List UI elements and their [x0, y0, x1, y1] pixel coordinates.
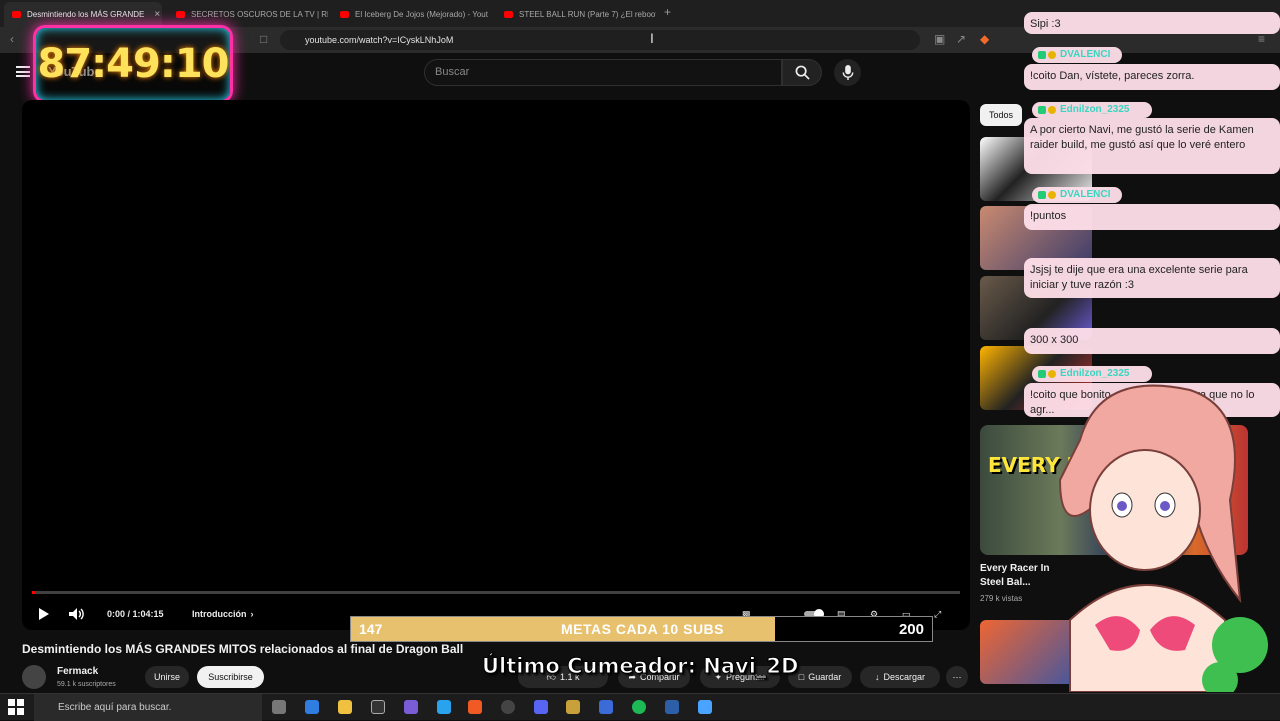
app-icon[interactable] [566, 700, 580, 714]
calculator-icon[interactable] [698, 700, 712, 714]
chat-username: DVALENCI [1032, 47, 1122, 63]
play-button[interactable] [36, 605, 50, 623]
url-input[interactable]: youtube.com/watch?v=ICyskLNhJoM [280, 30, 920, 50]
browser-tab-3[interactable]: STEEL BALL RUN (Parte 7) ¿El reboot [496, 4, 656, 24]
youtube-favicon-icon [12, 11, 21, 18]
chevron-right-icon: › [250, 609, 254, 619]
chat-message: !coito Dan, vístete, pareces zorra. [1024, 64, 1280, 90]
youtube-favicon-icon [504, 10, 513, 18]
windows-taskbar: Escribe aquí para buscar. [0, 693, 1280, 721]
more-actions-button[interactable]: ⋯ [946, 666, 968, 688]
brave-browser-icon[interactable] [468, 700, 482, 714]
voice-search-button[interactable] [834, 59, 861, 86]
download-label: Descargar [883, 672, 925, 682]
video-title: Desmintiendo los MÁS GRANDES MITOS relac… [22, 642, 464, 656]
time-display: 0:00 / 1:04:15 [107, 609, 164, 619]
tab-title: El Iceberg De Jojos (Mejorado) - Yout [355, 9, 488, 19]
bookmark-icon[interactable]: □ [260, 32, 267, 46]
chapter-label: Introducción [192, 609, 247, 619]
text-cursor-icon: I [650, 30, 654, 46]
timer-value: 87:49:10 [37, 41, 230, 87]
bookmark-save-icon: □ [798, 672, 805, 682]
microphone-icon [842, 65, 853, 80]
windows-start-icon[interactable] [8, 699, 24, 715]
stream-timer-overlay: 87:49:10 [33, 25, 233, 103]
recommended-video-views: 279 k vistas [980, 594, 1023, 603]
chat-message: 300 x 300 [1024, 328, 1280, 354]
download-icon: ↓ [874, 672, 880, 682]
save-label: Guardar [808, 672, 842, 682]
brave-shield-icon[interactable]: ◆ [980, 32, 989, 46]
subscriber-count: 59.1 k suscriptores [57, 681, 116, 688]
chat-username: Ednilzon_2325 [1032, 102, 1152, 118]
goal-target: 200 [898, 621, 924, 638]
join-button[interactable]: Unirse [145, 666, 189, 688]
download-button[interactable]: ↓ Descargar [860, 666, 940, 688]
back-arrow-icon[interactable]: ‹ [10, 32, 14, 46]
stream-chat-overlay: Sipi :3 DVALENCI !coito Dan, vístete, pa… [1024, 0, 1280, 420]
channel-avatar[interactable] [22, 665, 46, 689]
more-icon: ⋯ [952, 671, 962, 682]
notion-icon[interactable] [371, 700, 385, 714]
chip-all[interactable]: Todos [980, 104, 1022, 126]
app-icon[interactable] [404, 700, 418, 714]
browser-tab-0[interactable]: Desmintiendo los MÁS GRANDE × [4, 2, 162, 27]
share-icon[interactable]: ↗ [956, 32, 966, 46]
goal-label: METAS CADA 10 SUBS [560, 621, 725, 637]
search-button[interactable] [782, 59, 822, 86]
file-explorer-icon[interactable] [338, 700, 352, 714]
hamburger-menu-icon[interactable] [16, 66, 30, 77]
youtube-favicon-icon [176, 10, 185, 18]
tab-title: SECRETOS OSCUROS DE LA TV | REC [191, 9, 328, 19]
tab-title: Desmintiendo los MÁS GRANDE [27, 10, 145, 19]
subscribe-button[interactable]: Suscribirse [197, 666, 264, 688]
chat-username: DVALENCI [1032, 187, 1122, 203]
subscriber-goal-bar: 147 METAS CADA 10 SUBS 200 [350, 616, 933, 642]
close-icon[interactable]: × [154, 9, 160, 20]
discord-icon[interactable] [534, 700, 548, 714]
last-donor-text: Último Cumeador: Navi_2D [481, 654, 799, 679]
browser-tab-2[interactable]: El Iceberg De Jojos (Mejorado) - Yout [332, 4, 492, 24]
channel-name[interactable]: Fermack [57, 666, 98, 677]
cast-icon[interactable]: ▣ [934, 32, 945, 46]
video-progress-fill [32, 591, 35, 594]
vtuber-avatar [1058, 384, 1268, 692]
app-icon[interactable] [305, 700, 319, 714]
search-input[interactable]: Buscar [424, 59, 782, 86]
chat-message: Sipi :3 [1024, 12, 1280, 34]
taskbar-search-input[interactable]: Escribe aquí para buscar. [34, 694, 262, 721]
volume-button[interactable] [68, 605, 86, 623]
browser-tab-1[interactable]: SECRETOS OSCUROS DE LA TV | REC [168, 4, 328, 24]
search-icon [795, 65, 810, 80]
new-tab-button[interactable]: + [664, 5, 671, 19]
app-icon[interactable] [599, 700, 613, 714]
task-view-icon[interactable] [272, 700, 286, 714]
video-progress-bar[interactable] [32, 591, 960, 594]
chat-message: !puntos [1024, 204, 1280, 230]
volume-icon [69, 608, 84, 620]
chapter-button[interactable]: Introducción › [192, 605, 254, 623]
play-icon [39, 608, 49, 620]
app-icon[interactable] [665, 700, 679, 714]
spotify-icon[interactable] [632, 700, 646, 714]
fullscreen-icon: ⤢ [934, 608, 942, 619]
tab-title: STEEL BALL RUN (Parte 7) ¿El reboot [519, 9, 656, 19]
fullscreen-button[interactable]: ⤢ [934, 605, 941, 623]
video-player[interactable]: 0:00 / 1:04:15 Introducción › ▩ ▤ ⚙ ▭ ⤢ [22, 100, 970, 630]
chat-message: Jsjsj te dije que era una excelente seri… [1024, 258, 1280, 298]
chat-message: A por cierto Navi, me gustó la serie de … [1024, 118, 1280, 174]
obs-icon[interactable] [501, 700, 515, 714]
youtube-favicon-icon [340, 10, 349, 18]
store-icon[interactable] [437, 700, 451, 714]
